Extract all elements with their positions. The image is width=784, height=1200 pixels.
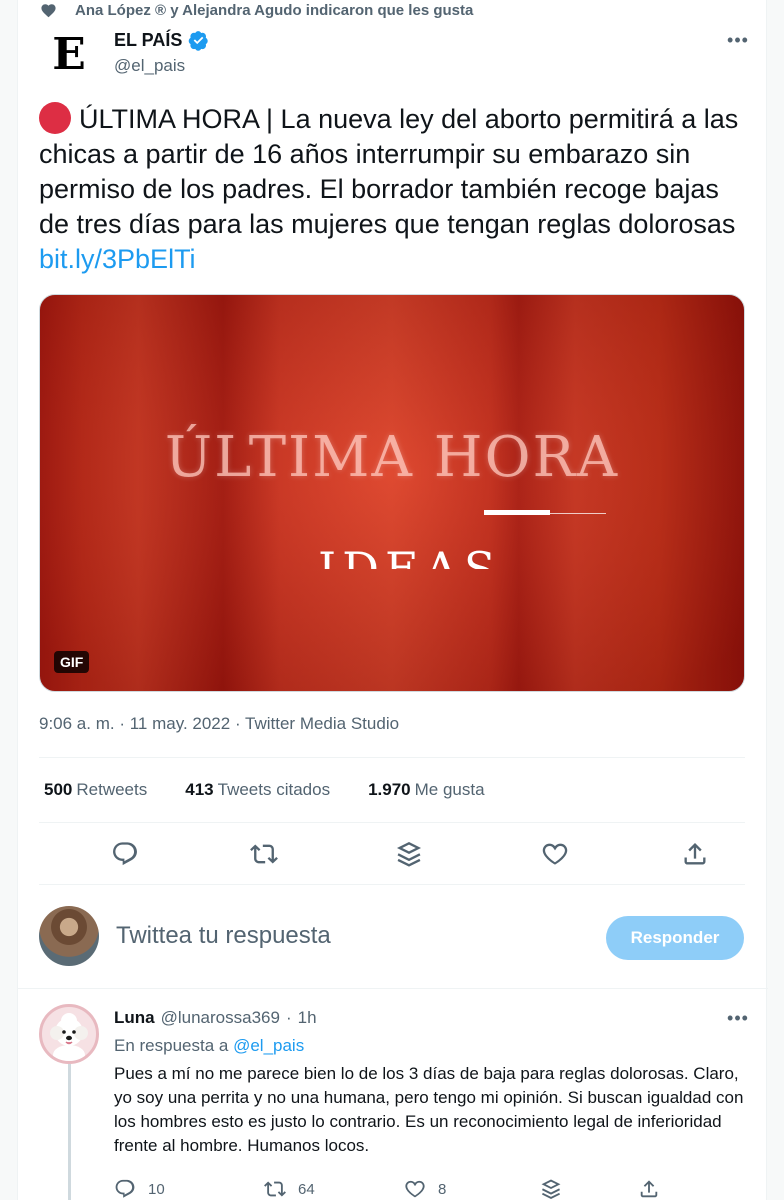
reply-more-icon[interactable]: ••• — [720, 1006, 756, 1030]
social-context-text: Ana López ® y Alejandra Agudo indicaron … — [75, 1, 474, 19]
social-context: Ana López ® y Alejandra Agudo indicaron … — [40, 0, 473, 20]
reply-button[interactable]: Responder — [606, 916, 744, 960]
author-avatar[interactable]: E — [39, 24, 99, 84]
quotes-count: 413 — [185, 780, 214, 799]
current-user-avatar[interactable] — [39, 906, 99, 966]
share-icon — [640, 1180, 658, 1198]
reply-header: Luna @lunarossa369 · 1h — [114, 1008, 317, 1028]
likes-stat[interactable]: 1.970 Me gusta — [368, 780, 484, 800]
tweet-stats: 500 Retweets 413 Tweets citados 1.970 Me gu… — [44, 780, 485, 800]
divider — [18, 988, 768, 989]
reply-author-handle[interactable]: @lunarossa369 — [161, 1008, 280, 1028]
reply-time[interactable]: 1h — [298, 1008, 317, 1028]
reply-like-count: 8 — [438, 1180, 447, 1198]
tweet-source[interactable]: Twitter Media Studio — [245, 714, 399, 733]
reply-separator: · — [285, 1008, 292, 1027]
thread-line — [68, 1064, 71, 1200]
author-name-row[interactable]: EL PAÍS — [114, 30, 209, 51]
retweet-icon[interactable] — [250, 840, 278, 868]
quotes-stat[interactable]: 413 Tweets citados — [185, 780, 330, 800]
reply-retweet-action[interactable]: 64 — [264, 1178, 315, 1200]
dog-avatar-icon — [50, 1013, 88, 1061]
tweet-actions — [39, 830, 745, 878]
reply-icon[interactable] — [111, 840, 139, 868]
reply-context: En respuesta a @el_pais — [114, 1036, 304, 1056]
meta-separator: · — [230, 714, 246, 733]
divider — [39, 884, 745, 885]
reply-retweet-count: 64 — [298, 1180, 315, 1198]
reply-reply-count: 10 — [148, 1180, 165, 1198]
reply-actions: 10 64 8 — [114, 1178, 754, 1200]
media-progress-bar — [484, 510, 550, 515]
meta-separator: · — [114, 714, 130, 733]
reply-stack-action[interactable] — [540, 1178, 562, 1200]
likes-label: Me gusta — [414, 780, 485, 799]
tweet-body: ÚLTIMA HORA | La nueva ley del aborto pe… — [39, 104, 739, 239]
tweet-text: ÚLTIMA HORA | La nueva ley del aborto pe… — [39, 102, 749, 277]
more-icon[interactable]: ••• — [720, 28, 756, 52]
reply-author-name[interactable]: Luna — [114, 1008, 155, 1028]
likes-count: 1.970 — [368, 780, 411, 799]
quotes-label: Tweets citados — [217, 780, 331, 799]
like-icon[interactable] — [541, 840, 569, 868]
reply-icon — [115, 1179, 135, 1198]
retweet-icon — [264, 1181, 286, 1197]
reply-to-link[interactable]: @el_pais — [233, 1036, 304, 1055]
verified-badge-icon — [188, 30, 209, 51]
reply-context-prefix: En respuesta a — [114, 1036, 234, 1055]
tweet-date[interactable]: 11 may. 2022 — [130, 714, 231, 733]
reply-reply-action[interactable]: 10 — [114, 1178, 165, 1200]
stack-icon[interactable] — [395, 840, 423, 868]
author-name[interactable]: EL PAÍS — [114, 30, 182, 51]
timeline-column: Ana López ® y Alejandra Agudo indicaron … — [17, 0, 768, 1200]
media-progress-track — [550, 513, 606, 514]
tweet-meta: 9:06 a. m. · 11 may. 2022 · Twitter Medi… — [39, 714, 399, 734]
tweet-link[interactable]: bit.ly/3PbElTi — [39, 244, 196, 274]
reply-text: Pues a mí no me parece bien lo de los 3 … — [114, 1064, 744, 1155]
tweet-gif-media[interactable]: ÚLTIMA HORA IDEAS GIF — [39, 294, 745, 692]
retweets-count: 500 — [44, 780, 73, 799]
share-icon[interactable] — [681, 840, 709, 868]
like-icon — [405, 1180, 425, 1198]
gif-badge: GIF — [54, 651, 90, 673]
reply-share-action[interactable] — [638, 1178, 660, 1200]
author-handle[interactable]: @el_pais — [114, 56, 185, 76]
breaking-news-dot-icon — [39, 102, 71, 134]
tweet-time[interactable]: 9:06 a. m. — [39, 714, 115, 733]
divider — [39, 757, 745, 758]
reply-like-action[interactable]: 8 — [404, 1178, 446, 1200]
divider — [39, 822, 745, 823]
stack-icon — [541, 1179, 561, 1199]
reply-input[interactable]: Twittea tu respuesta — [116, 922, 331, 950]
media-shading — [40, 295, 744, 691]
heart-icon — [41, 3, 56, 17]
reply-author-avatar[interactable] — [39, 1004, 99, 1064]
media-title: ÚLTIMA HORA — [164, 425, 620, 490]
retweets-label: Retweets — [76, 780, 148, 799]
media-subtitle-fragment: IDEAS — [318, 542, 498, 569]
retweets-stat[interactable]: 500 Retweets — [44, 780, 147, 800]
